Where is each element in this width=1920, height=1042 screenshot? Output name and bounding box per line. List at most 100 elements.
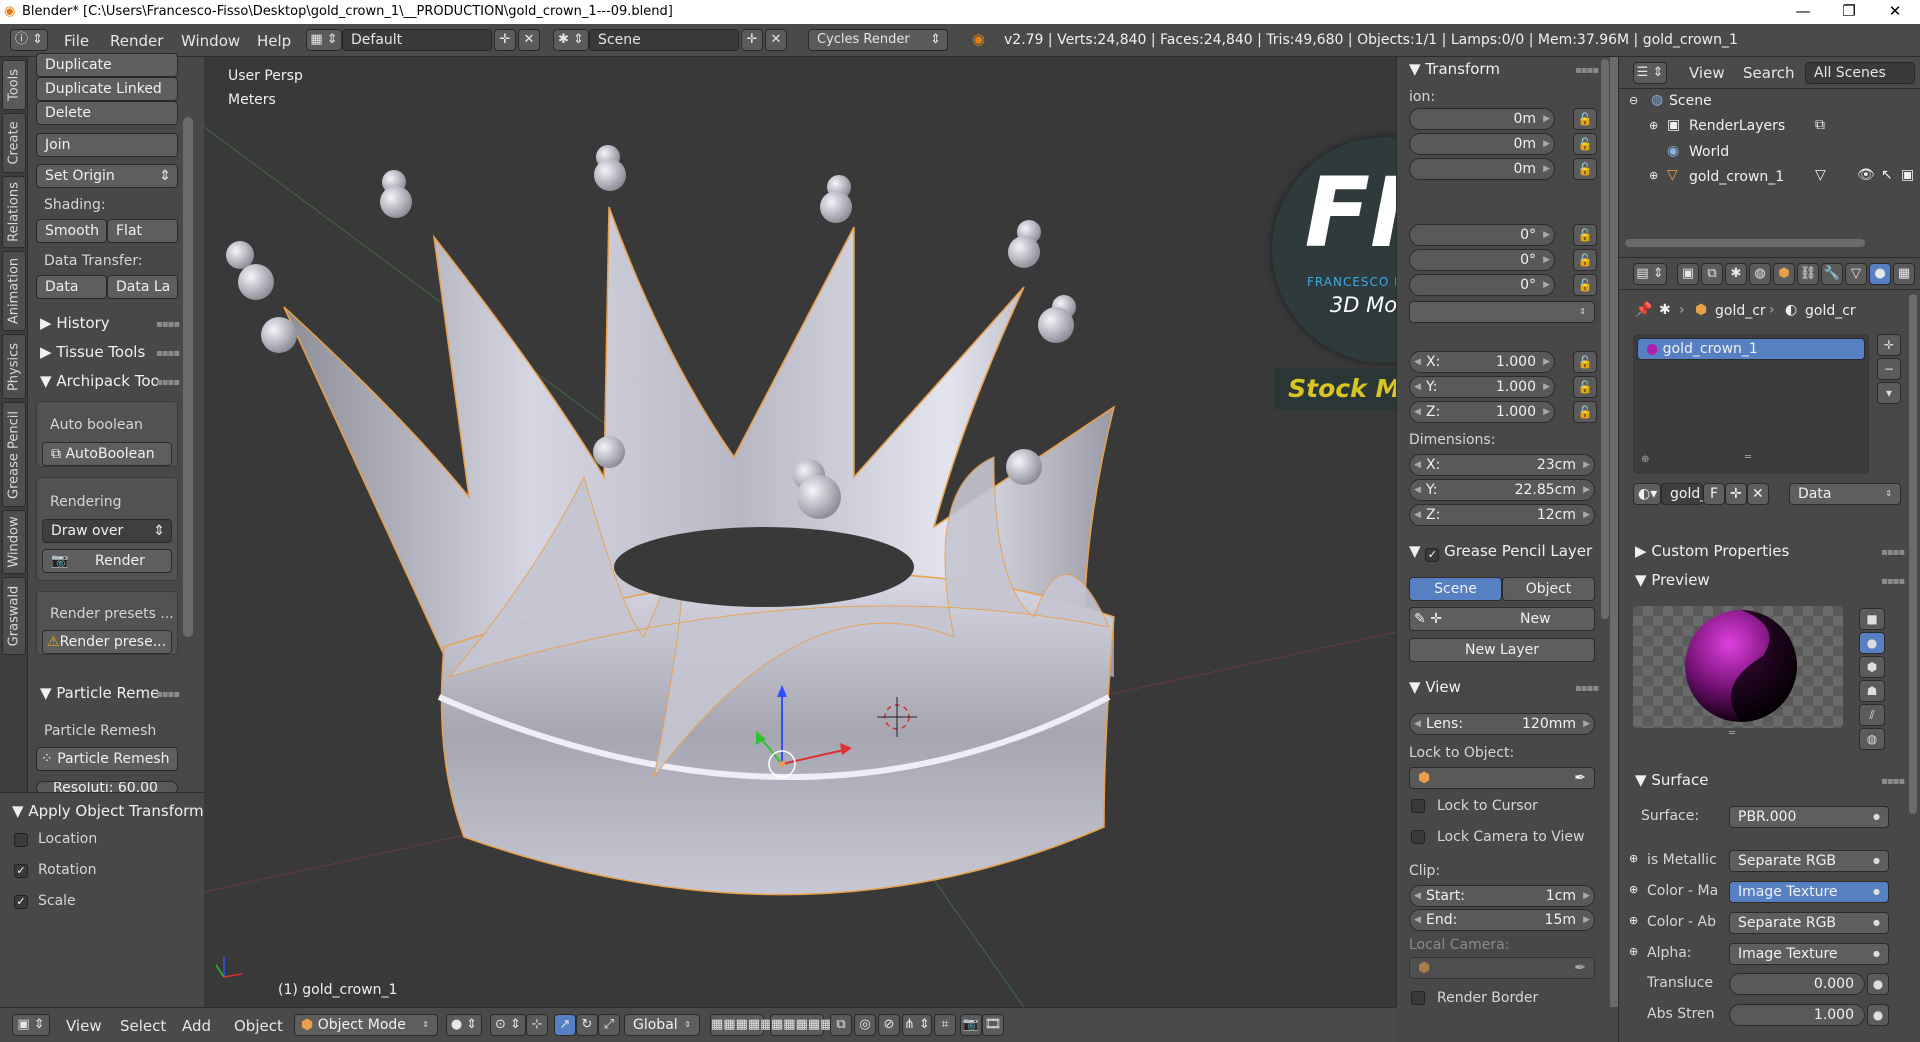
close-window-button[interactable]: ✕	[1872, 0, 1918, 24]
material-name-field[interactable]: gold_	[1661, 483, 1707, 505]
data-layout-button[interactable]: Data La	[107, 275, 178, 299]
dimension-x-field[interactable]: ◀ X: 23cm ▶	[1409, 454, 1595, 476]
location-y-field[interactable]: 0m ▶	[1409, 133, 1555, 155]
opengl-render-icon[interactable]: 📷	[960, 1014, 982, 1036]
panel-grip-icon[interactable]: ▪▪▪▪	[156, 348, 180, 359]
scale-y-field[interactable]: ◀ Y: 1.000 ▶	[1409, 376, 1555, 398]
screen-layout-field[interactable]: Default	[342, 29, 492, 51]
panel-grip-icon[interactable]: ▪▪▪▪	[156, 319, 180, 330]
tab-tools[interactable]: Tools	[2, 60, 26, 110]
tissue-tools-panel-header[interactable]: ▶ Tissue Tools	[40, 343, 145, 361]
scene-icon[interactable]: ✱ ⇕	[553, 29, 589, 51]
panel-grip-icon[interactable]: ▪▪▪▪	[1881, 576, 1905, 587]
rotation-x-field[interactable]: 0° ▶	[1409, 224, 1555, 246]
local-camera-field[interactable]: ⬢ ✒	[1409, 957, 1595, 979]
join-button[interactable]: Join	[36, 133, 178, 157]
rotation-mode-dropdown[interactable]: ⇕	[1409, 301, 1595, 323]
material-link-dropdown[interactable]: Data ⇕	[1789, 483, 1901, 505]
abs-strength-slider[interactable]: 1.000	[1729, 1004, 1865, 1026]
render-layers-context-icon[interactable]: ⧉	[1701, 263, 1723, 285]
lock-location-y-icon[interactable]: 🔓	[1573, 133, 1597, 155]
lock-rotation-z-icon[interactable]: 🔓	[1573, 274, 1597, 296]
manipulator-toggle-icon[interactable]: ⊹	[526, 1014, 548, 1036]
custom-properties-header[interactable]: ▶ Custom Properties	[1635, 542, 1789, 560]
outliner-world[interactable]: World	[1689, 144, 1729, 160]
rotation-z-field[interactable]: 0° ▶	[1409, 274, 1555, 296]
expand-toggle-icon[interactable]: ⊕	[1649, 119, 1658, 132]
editor-type-properties-icon[interactable]: ▤ ⇕	[1633, 263, 1667, 285]
add-menu[interactable]: Add	[182, 1017, 211, 1035]
outliner-search-menu[interactable]: Search	[1743, 64, 1795, 82]
fake-user-button[interactable]: F	[1703, 483, 1725, 505]
particle-remesh-panel-header[interactable]: ▼ Particle Reme	[40, 684, 159, 702]
tab-create[interactable]: Create	[2, 113, 26, 173]
input-alpha-dropdown[interactable]: Image Texture ●	[1729, 943, 1889, 965]
scene-field[interactable]: Scene	[589, 29, 739, 51]
rotation-y-field[interactable]: 0° ▶	[1409, 249, 1555, 271]
menu-file[interactable]: File	[64, 32, 89, 50]
data-context-icon[interactable]: ▽	[1845, 263, 1867, 285]
remove-layout-icon[interactable]: ✕	[518, 29, 540, 51]
n-panel-scrollbar[interactable]	[1601, 59, 1609, 619]
object-context-icon[interactable]: ⬢	[1773, 263, 1795, 285]
panel-grip-icon[interactable]: ▪▪▪▪	[1575, 65, 1599, 76]
pin-icon[interactable]: 📌	[1635, 302, 1652, 318]
particle-remesh-button[interactable]: ⁘ Particle Remesh	[36, 747, 178, 771]
material-context-icon[interactable]: ●	[1869, 263, 1891, 285]
lock-location-z-icon[interactable]: 🔓	[1573, 158, 1597, 180]
tab-graswald[interactable]: Graswald	[2, 577, 26, 655]
grease-pencil-panel-header[interactable]: ▼ ✓ Grease Pencil Layer	[1409, 542, 1592, 562]
abs-strength-socket-icon[interactable]: ●	[1867, 1004, 1889, 1026]
scene-layers-row1-icon[interactable]: ▦▦▦▦▦	[710, 1014, 772, 1036]
lock-camera-checkbox[interactable]	[1411, 830, 1425, 844]
surface-panel-header[interactable]: ▼ Surface	[1635, 771, 1708, 789]
panel-grip-icon[interactable]: ▪▪▪▪	[1881, 547, 1905, 558]
scene-context-icon[interactable]: ✱	[1725, 263, 1747, 285]
outliner-h-scrollbar[interactable]	[1625, 239, 1865, 247]
eyedropper-icon[interactable]: ✒	[1574, 958, 1586, 978]
location-checkbox[interactable]	[14, 833, 28, 847]
object-mode-dropdown[interactable]: ⬢ Object Mode ⇕	[294, 1014, 438, 1036]
pivot-point-icon[interactable]: ⊙ ⇕	[490, 1014, 526, 1036]
unlink-material-icon[interactable]: ✕	[1747, 483, 1769, 505]
add-layout-icon[interactable]: ✛	[494, 29, 516, 51]
modifiers-context-icon[interactable]: 🔧	[1821, 263, 1843, 285]
editor-type-info-icon[interactable]: ⓘ ⇕	[10, 29, 48, 51]
input-color-ab-dropdown[interactable]: Separate RGB ●	[1729, 912, 1889, 934]
add-material-slot-icon[interactable]: ✛	[1877, 334, 1901, 356]
new-material-icon[interactable]: ✛	[1725, 483, 1747, 505]
material-slot-item[interactable]: ● gold_crown_1	[1637, 338, 1865, 360]
lens-field[interactable]: ◀ Lens: 120mm ▶	[1409, 713, 1595, 735]
viewport-shading-icon[interactable]: ● ⇕	[446, 1014, 482, 1036]
preview-flat-icon[interactable]: ■	[1859, 608, 1885, 630]
constraints-context-icon[interactable]: ⛓	[1797, 263, 1819, 285]
dimension-z-field[interactable]: ◀ Z: 12cm ▶	[1409, 504, 1595, 526]
3d-viewport[interactable]: User Persp Meters (1) gold_crown_1 FM FR…	[204, 57, 1396, 1007]
set-origin-dropdown[interactable]: Set Origin ⇕	[36, 164, 178, 188]
draw-over-dropdown[interactable]: Draw over ⇕	[42, 519, 172, 543]
flat-button[interactable]: Flat	[107, 219, 178, 243]
delete-button[interactable]: Delete	[36, 101, 178, 125]
render-layer-settings-icon[interactable]: ⧉	[1815, 117, 1825, 133]
lock-rotation-x-icon[interactable]: 🔓	[1573, 224, 1597, 246]
lock-location-x-icon[interactable]: 🔓	[1573, 108, 1597, 130]
outliner-object[interactable]: gold_crown_1	[1689, 169, 1784, 185]
remove-scene-icon[interactable]: ✕	[765, 29, 787, 51]
grease-pencil-checkbox[interactable]: ✓	[1425, 548, 1440, 562]
tab-grease-pencil[interactable]: Grease Pencil	[2, 402, 26, 507]
material-browse-icon[interactable]: ◐▾	[1633, 483, 1661, 505]
translucency-socket-icon[interactable]: ●	[1867, 973, 1889, 995]
preview-hair-icon[interactable]: ⫽	[1859, 704, 1885, 726]
visibility-eye-icon[interactable]: 👁	[1857, 167, 1875, 183]
tab-physics[interactable]: Physics	[2, 334, 26, 399]
lock-layers-icon[interactable]: ⧉	[830, 1014, 852, 1036]
data-transfer-button[interactable]: Data	[36, 275, 107, 299]
scale-checkbox[interactable]: ✓	[14, 895, 28, 909]
apply-object-transform-header[interactable]: ▼ Apply Object Transform	[12, 802, 204, 820]
tool-shelf-scrollbar[interactable]	[183, 117, 193, 637]
lock-to-cursor-checkbox[interactable]	[1411, 799, 1425, 813]
renderability-camera-icon[interactable]: ▣	[1901, 167, 1914, 183]
selectability-arrow-icon[interactable]: ↖	[1881, 167, 1893, 183]
scale-x-field[interactable]: ◀ X: 1.000 ▶	[1409, 351, 1555, 373]
scene-layers-row2-icon[interactable]: ▦▦▦▦▦	[770, 1014, 832, 1036]
